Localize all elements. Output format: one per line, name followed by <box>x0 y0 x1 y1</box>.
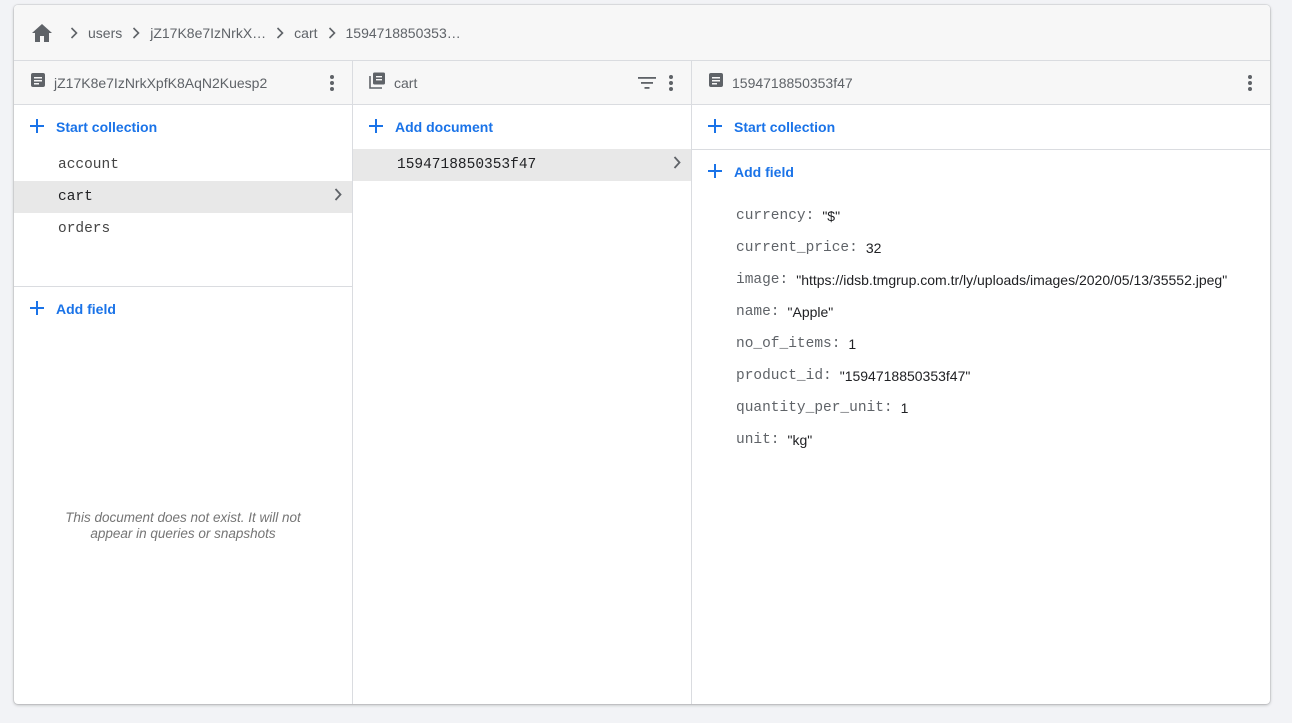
panel-title: 1594718850353f47 <box>732 74 853 91</box>
more-vert-icon[interactable] <box>1238 71 1262 95</box>
add-document-label: Add document <box>395 119 493 135</box>
field-row[interactable]: no_of_items: 1 <box>692 328 1270 360</box>
field-row[interactable]: image: "https://idsb.tmgrup.com.tr/ly/up… <box>692 264 1270 296</box>
nonexistent-document-note: This document does not exist. It will no… <box>65 510 301 541</box>
chevron-right-icon <box>320 21 344 45</box>
plus-icon <box>708 118 722 136</box>
field-row[interactable]: name: "Apple" <box>692 296 1270 328</box>
field-row[interactable]: unit: "kg" <box>692 424 1270 456</box>
chevron-right-icon <box>62 21 86 45</box>
start-collection-button[interactable]: Start collection <box>692 105 1270 149</box>
field-key: no_of_items: <box>736 336 841 352</box>
field-value: 1 <box>848 336 857 352</box>
cart-document-panel: 1594718850353f47 Start collection Add fi… <box>692 61 1270 704</box>
document-icon <box>30 72 46 93</box>
field-key: currency: <box>736 208 815 224</box>
plus-icon <box>369 118 383 136</box>
breadcrumb-users[interactable]: users <box>88 25 122 41</box>
home-icon[interactable] <box>30 21 54 45</box>
more-vert-icon[interactable] <box>659 71 683 95</box>
breadcrumb-cart[interactable]: cart <box>294 25 317 41</box>
chevron-right-icon <box>124 21 148 45</box>
add-field-button[interactable]: Add field <box>14 287 352 331</box>
chevron-right-icon <box>268 21 292 45</box>
cart-collection-panel: cart Add document 1594718850353f47 <box>353 61 692 704</box>
panel-header: 1594718850353f47 <box>692 61 1270 105</box>
plus-icon <box>708 163 722 181</box>
collection-item-orders[interactable]: orders <box>14 213 352 245</box>
field-row[interactable]: current_price: 32 <box>692 232 1270 264</box>
field-key: name: <box>736 304 780 320</box>
field-key: unit: <box>736 432 780 448</box>
panel-header: cart <box>353 61 691 105</box>
field-value: "kg" <box>787 432 813 448</box>
user-document-panel: jZ17K8e7IzNrkXpfK8AqN2Kuesp2 Start colle… <box>14 61 353 704</box>
add-document-button[interactable]: Add document <box>353 105 691 149</box>
add-field-label: Add field <box>734 164 794 180</box>
more-vert-icon[interactable] <box>320 71 344 95</box>
field-key: quantity_per_unit: <box>736 400 893 416</box>
document-item[interactable]: 1594718850353f47 <box>353 149 691 181</box>
field-value: "1594718850353f47" <box>839 368 971 384</box>
field-value: "https://idsb.tmgrup.com.tr/ly/uploads/i… <box>796 272 1228 288</box>
document-icon <box>708 72 724 93</box>
plus-icon <box>30 300 44 318</box>
firestore-data-viewer: users jZ17K8e7IzNrkX… cart 1594718850353… <box>14 5 1270 704</box>
collection-item-account[interactable]: account <box>14 149 352 181</box>
breadcrumb-user-doc[interactable]: jZ17K8e7IzNrkX… <box>150 25 266 41</box>
field-row[interactable]: quantity_per_unit: 1 <box>692 392 1270 424</box>
filter-icon[interactable] <box>635 71 659 95</box>
start-collection-label: Start collection <box>734 119 836 135</box>
field-key: product_id: <box>736 368 832 384</box>
breadcrumb: users jZ17K8e7IzNrkX… cart 1594718850353… <box>14 5 1270 61</box>
plus-icon <box>30 118 44 136</box>
field-key: image: <box>736 272 789 288</box>
field-list: currency: "$" current_price: 32 image: "… <box>692 194 1270 456</box>
collection-icon <box>369 72 386 94</box>
field-value: 1 <box>900 400 909 416</box>
chevron-right-icon <box>334 188 342 206</box>
field-key: current_price: <box>736 240 858 256</box>
collection-item-cart[interactable]: cart <box>14 181 352 213</box>
field-value: 32 <box>865 240 882 256</box>
breadcrumb-cart-doc[interactable]: 1594718850353… <box>346 25 461 41</box>
panel-title: cart <box>394 74 418 91</box>
add-field-label: Add field <box>56 301 116 317</box>
start-collection-button[interactable]: Start collection <box>14 105 352 149</box>
field-value: "$" <box>822 208 841 224</box>
add-field-button[interactable]: Add field <box>692 150 1270 194</box>
field-value: "Apple" <box>787 304 834 320</box>
chevron-right-icon <box>673 156 681 174</box>
panel-header: jZ17K8e7IzNrkXpfK8AqN2Kuesp2 <box>14 61 352 105</box>
field-row[interactable]: currency: "$" <box>692 200 1270 232</box>
panel-title: jZ17K8e7IzNrkXpfK8AqN2Kuesp2 <box>54 74 268 91</box>
field-row[interactable]: product_id: "1594718850353f47" <box>692 360 1270 392</box>
start-collection-label: Start collection <box>56 119 158 135</box>
